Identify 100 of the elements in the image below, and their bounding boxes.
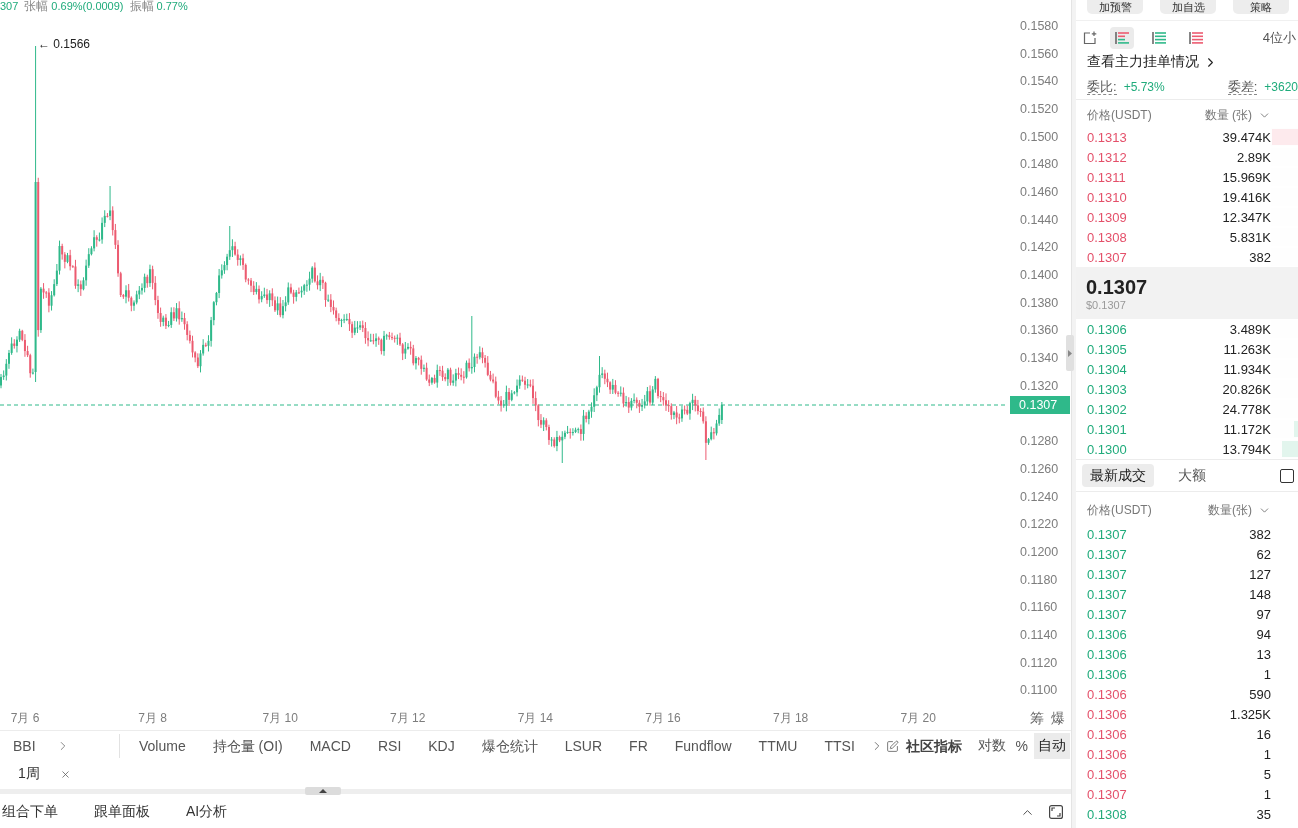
indicator-tab[interactable]: FR [629,737,648,755]
price-axis-label: 0.1240 [1020,489,1059,504]
indicator-tab[interactable]: MACD [309,737,351,755]
date-axis-label: 7月 12 [390,709,426,727]
action-button[interactable]: 策略 [1233,0,1289,14]
trade-price: 0.1306 [1087,766,1127,782]
mid-price-usd: $0.1307 [1086,298,1127,312]
date-axis-label: 7月 14 [517,709,554,727]
date-axis-label: 7月 6 [10,709,40,727]
bid-price: 0.1304 [1087,361,1127,377]
period-tab[interactable]: 1周 [18,765,40,783]
trades-tab[interactable]: 最新成交 [1082,464,1154,487]
price-axis-label: 0.1460 [1020,184,1059,199]
price-axis-label: 0.1160 [1020,600,1058,615]
price-axis-label: 0.1100 [1020,683,1058,698]
edit-icon[interactable] [885,739,899,753]
trade-price: 0.1306 [1087,706,1127,722]
trade-amount: 1 [1263,666,1271,682]
community-indicators-button[interactable]: 社区指标 [905,737,962,755]
indicator-tab[interactable]: TTSI [824,737,855,755]
trade-amount: 127 [1249,566,1271,582]
price-axis-label: 0.1440 [1020,212,1059,227]
trade-amount: 16 [1256,726,1271,742]
bottom-tab[interactable]: 跟单面板 [94,803,150,821]
indicator-tab[interactable]: Volume [139,737,186,755]
trade-price: 0.1306 [1087,646,1127,662]
indicator-tab[interactable]: Fundflow [674,737,732,755]
bottom-tab[interactable]: 组合下单 [2,803,58,821]
scale-option[interactable]: 自动 [1034,733,1070,759]
price-axis-label: 0.1380 [1020,295,1059,310]
high-price-marker: ← 0.1566 [38,37,91,51]
column-header: 数量 (张) [1204,107,1252,124]
trades-tab[interactable]: 大额 [1170,464,1214,487]
trade-amount: 590 [1249,686,1271,702]
ask-amount: 12.347K [1222,209,1271,225]
action-button[interactable]: 加预警 [1087,0,1143,14]
price-axis-label: 0.1360 [1020,323,1059,338]
bid-amount: 3.489K [1229,321,1271,337]
indicator-tab[interactable]: 爆仓统计 [481,737,538,755]
price-axis-label: 0.1260 [1020,461,1059,476]
trade-price: 0.1306 [1087,686,1127,702]
ask-price: 0.1308 [1087,229,1127,245]
chart-overlay-toggle[interactable]: 爆 [1051,710,1065,726]
price-axis-label: 0.1420 [1020,240,1059,255]
indicator-tab[interactable]: TTMU [758,737,798,755]
collapse-handle[interactable] [305,787,341,795]
mid-price: 0.1307 [1086,274,1149,299]
action-button[interactable]: 加自选 [1160,0,1216,14]
trade-amount: 97 [1256,606,1271,622]
close-icon[interactable] [59,768,71,780]
bottom-tab[interactable]: AI分析 [186,803,228,821]
caret-up-icon [319,789,327,793]
stat-value: 0.77% [156,0,188,13]
checkbox[interactable] [1280,468,1294,483]
price-axis-label: 0.1320 [1020,378,1059,393]
trade-price: 0.1308 [1087,806,1127,822]
trade-price: 0.1307 [1087,566,1127,582]
trade-amount: 35 [1256,806,1271,822]
trade-price: 0.1307 [1087,586,1127,602]
price-axis-label: 0.1140 [1020,627,1058,642]
book-view-button[interactable] [1110,26,1134,49]
new-window-icon[interactable] [1083,30,1097,45]
indicator-tab[interactable]: RSI [377,737,402,755]
date-axis-label: 7月 10 [262,709,298,727]
ask-amount: 382 [1249,249,1271,265]
price-axis-label: 0.1200 [1020,544,1059,559]
ask-price: 0.1313 [1087,129,1127,145]
ask-price: 0.1310 [1087,189,1127,205]
trade-price: 0.1307 [1087,546,1127,562]
main-indicator-tab[interactable]: BBI [13,737,36,755]
scale-option[interactable]: 对数 [973,733,1010,759]
indicator-tab[interactable]: KDJ [428,737,455,755]
ask-amount: 2.89K [1237,149,1271,165]
big-orders-link[interactable]: 查看主力挂单情况 [1087,53,1218,71]
indicator-tab[interactable]: LSUR [564,737,603,755]
panel-toggle-handle[interactable] [1066,335,1074,371]
price-axis-label: 0.1180 [1020,572,1058,587]
price-axis-label: 0.1400 [1020,268,1059,283]
stat-label: 振幅 [129,0,154,13]
bid-amount: 20.826K [1222,381,1271,397]
scale-option[interactable]: % [1011,733,1032,759]
ask-price: 0.1312 [1087,149,1127,165]
difference-value: +3620 [1264,79,1298,94]
bid-amount: 11.172K [1223,421,1271,437]
expand-icon[interactable] [1049,805,1063,819]
precision-selector[interactable]: 4位小 [1262,28,1298,47]
trade-price: 0.1307 [1087,526,1127,542]
trade-amount: 62 [1256,546,1271,562]
price-axis-label: 0.1480 [1020,157,1059,172]
indicator-tab[interactable]: 持仓量 (OI) [212,737,283,755]
trade-amount: 148 [1249,586,1271,602]
price-axis-label: 0.1280 [1020,434,1059,449]
trade-amount: 13 [1256,646,1271,662]
chart-overlay-toggle[interactable]: 筹 [1030,710,1044,726]
ratio-value: +5.73% [1123,79,1165,94]
order-book-bids-icon [1152,30,1166,45]
column-header: 数量(张) [1208,501,1252,519]
date-axis-label: 7月 16 [645,709,681,727]
order-book-asks-icon [1189,30,1203,45]
price-axis-label: 0.1340 [1020,351,1059,366]
